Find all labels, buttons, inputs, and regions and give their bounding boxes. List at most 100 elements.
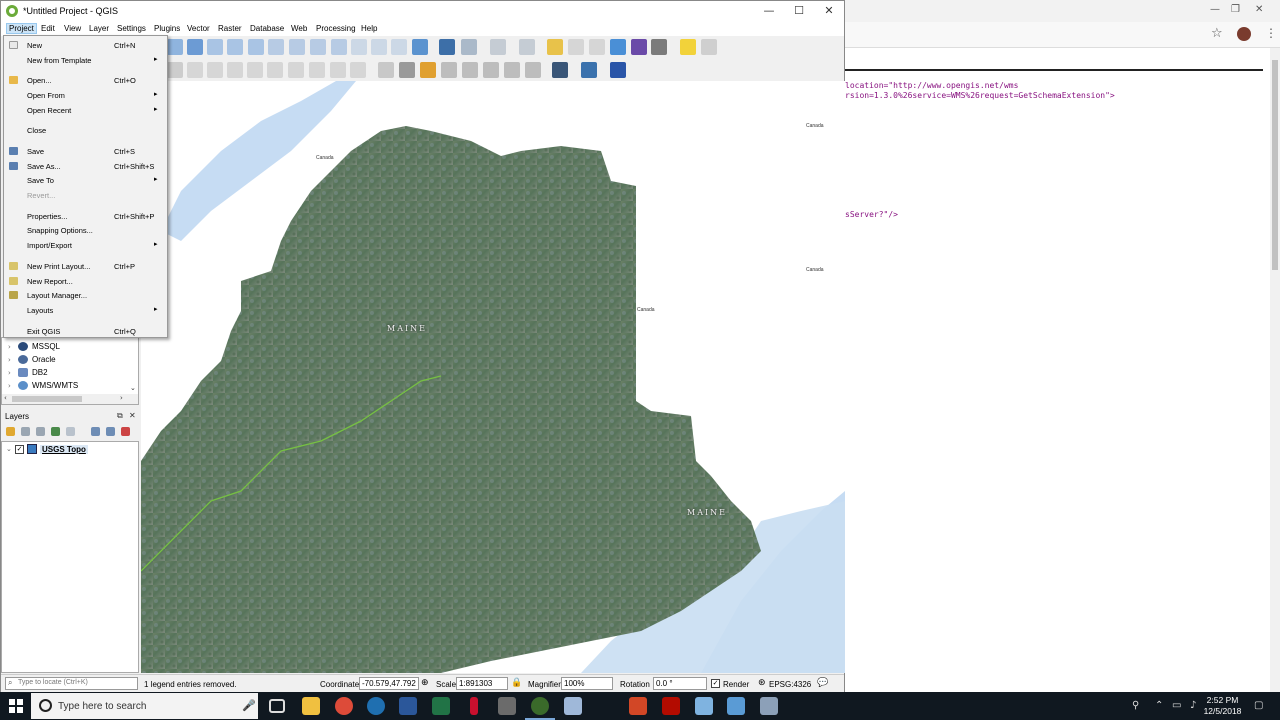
rotation-field[interactable]: 0.0 ° — [653, 677, 707, 690]
browser-item-db2[interactable]: › DB2 — [8, 368, 48, 377]
coordinate-field[interactable]: -70.579,47.792 — [359, 677, 419, 690]
terminal-icon[interactable] — [498, 697, 516, 715]
maximize-icon[interactable]: ☐ — [789, 4, 809, 17]
menu-processing[interactable]: Processing — [316, 24, 356, 33]
bookmark-star-icon[interactable]: ☆ — [1211, 26, 1223, 41]
label-tool-icon[interactable] — [378, 62, 394, 78]
minimize-icon[interactable]: — — [759, 4, 779, 17]
remove-layer-icon[interactable] — [121, 427, 130, 436]
notes-icon[interactable] — [695, 697, 713, 715]
zoom-full-icon[interactable] — [248, 39, 264, 55]
identify-icon[interactable] — [439, 39, 455, 55]
close-icon[interactable]: ✕ — [819, 4, 839, 17]
menu-edit[interactable]: Edit — [41, 24, 55, 33]
filter-expression-icon[interactable] — [66, 427, 75, 436]
crs-indicator[interactable]: EPSG:4326 — [769, 680, 811, 689]
cut-icon[interactable] — [267, 62, 283, 78]
menu-item-exit-qgis[interactable]: Exit QGIS Ctrl+Q — [4, 324, 167, 338]
qgis-globe-app-icon[interactable] — [367, 697, 385, 715]
crs-globe-icon[interactable]: ⊛ — [758, 678, 766, 688]
menu-item-close[interactable]: Close — [4, 123, 167, 137]
add-group-icon[interactable] — [21, 427, 30, 436]
people-icon[interactable]: ⚲ — [1132, 700, 1139, 711]
app-window-icon[interactable] — [727, 697, 745, 715]
select-by-area-icon[interactable] — [490, 39, 506, 55]
expand-arrow-icon[interactable]: › — [8, 356, 14, 364]
notifications-icon[interactable]: ▢ — [1254, 700, 1263, 711]
menu-item-open-recent[interactable]: Open Recent ▸ — [4, 103, 167, 117]
zoom-native-icon[interactable] — [227, 39, 243, 55]
browser-item-mssql[interactable]: › MSSQL — [8, 342, 60, 351]
layer-item[interactable]: ⌄ ✓ USGS Topo — [6, 444, 88, 454]
zoom-selection-icon[interactable] — [268, 39, 284, 55]
layer-styling-icon[interactable] — [6, 427, 15, 436]
refresh-icon[interactable] — [412, 39, 428, 55]
menu-item-properties[interactable]: Properties... Ctrl+Shift+P — [4, 209, 167, 223]
rotate-label-icon[interactable] — [462, 62, 478, 78]
powerpoint-icon[interactable] — [629, 697, 647, 715]
help-icon[interactable] — [610, 62, 626, 78]
open-attribute-table-icon[interactable] — [547, 39, 563, 55]
scrollbar-thumb[interactable] — [12, 396, 82, 402]
menu-item-new[interactable]: New Ctrl+N — [4, 38, 167, 52]
close-panel-icon[interactable]: ✕ — [129, 411, 136, 420]
scale-field[interactable]: 1:891303 — [456, 677, 508, 690]
menu-database[interactable]: Database — [250, 24, 284, 33]
float-panel-icon[interactable]: ⧉ — [117, 411, 123, 421]
minimize-icon[interactable]: — — [1210, 4, 1220, 15]
field-calculator-icon[interactable] — [568, 39, 584, 55]
browser-item-oracle[interactable]: › Oracle — [8, 355, 56, 364]
task-view-icon[interactable] — [269, 699, 285, 713]
menu-item-layouts[interactable]: Layouts ▸ — [4, 303, 167, 317]
menu-web[interactable]: Web — [291, 24, 307, 33]
highlight-labels-icon[interactable] — [420, 62, 436, 78]
text-annotation-icon[interactable] — [701, 39, 717, 55]
qgis-taskbar-icon[interactable] — [525, 697, 555, 720]
add-feature-icon[interactable] — [187, 62, 203, 78]
magnifier-field[interactable]: 100% — [561, 677, 613, 690]
manage-map-themes-icon[interactable] — [36, 427, 45, 436]
show-hide-labels-icon[interactable] — [504, 62, 520, 78]
collapse-all-icon[interactable] — [106, 427, 115, 436]
menu-help[interactable]: Help — [361, 24, 377, 33]
zoom-out-icon[interactable] — [207, 39, 223, 55]
browser-item-wms[interactable]: › WMS/WMTS — [8, 381, 78, 390]
menu-item-save-as[interactable]: Save As... Ctrl+Shift+S — [4, 159, 167, 173]
copy-icon[interactable] — [288, 62, 304, 78]
statistical-summary-icon[interactable] — [589, 39, 605, 55]
expand-arrow-icon[interactable]: › — [8, 382, 14, 390]
measure-icon[interactable] — [651, 39, 667, 55]
vertex-tool-icon[interactable] — [207, 62, 223, 78]
scrollbar-thumb[interactable] — [1272, 60, 1278, 270]
profile-avatar[interactable] — [1237, 27, 1251, 41]
expand-all-icon[interactable] — [91, 427, 100, 436]
menu-item-import-export[interactable]: Import/Export ▸ — [4, 238, 167, 252]
new-map-view-icon[interactable] — [351, 39, 367, 55]
change-label-icon[interactable] — [483, 62, 499, 78]
menu-settings[interactable]: Settings — [117, 24, 146, 33]
render-checkbox[interactable]: ✓ — [711, 679, 720, 688]
menu-item-save[interactable]: Save Ctrl+S — [4, 144, 167, 158]
scroll-down-icon[interactable]: ⌄ — [130, 384, 136, 392]
messages-icon[interactable]: 💬 — [817, 678, 828, 688]
deselect-icon[interactable] — [519, 39, 535, 55]
usb-drive-icon[interactable] — [470, 697, 478, 715]
python-console-icon[interactable] — [581, 62, 597, 78]
new-3d-view-icon[interactable] — [371, 39, 387, 55]
taskbar-search-input[interactable]: Type here to search 🎤 — [31, 693, 258, 719]
app-generic-icon[interactable] — [760, 697, 778, 715]
pan-icon[interactable] — [167, 39, 183, 55]
menu-item-open[interactable]: Open... Ctrl+O — [4, 73, 167, 87]
map-tips-icon[interactable] — [680, 39, 696, 55]
excel-icon[interactable] — [432, 697, 450, 715]
sum-icon[interactable] — [631, 39, 647, 55]
menu-item-new-report[interactable]: New Report... — [4, 274, 167, 288]
menu-view[interactable]: View — [64, 24, 81, 33]
zoom-layer-icon[interactable] — [289, 39, 305, 55]
menu-item-open-from[interactable]: Open From ▸ — [4, 88, 167, 102]
paste-icon[interactable] — [309, 62, 325, 78]
menu-item-new-from-template[interactable]: New from Template ▸ — [4, 53, 167, 67]
select-features-icon[interactable] — [461, 39, 477, 55]
microphone-icon[interactable]: 🎤 — [242, 699, 256, 712]
toggle-extents-icon[interactable]: ⊕ — [421, 678, 429, 688]
